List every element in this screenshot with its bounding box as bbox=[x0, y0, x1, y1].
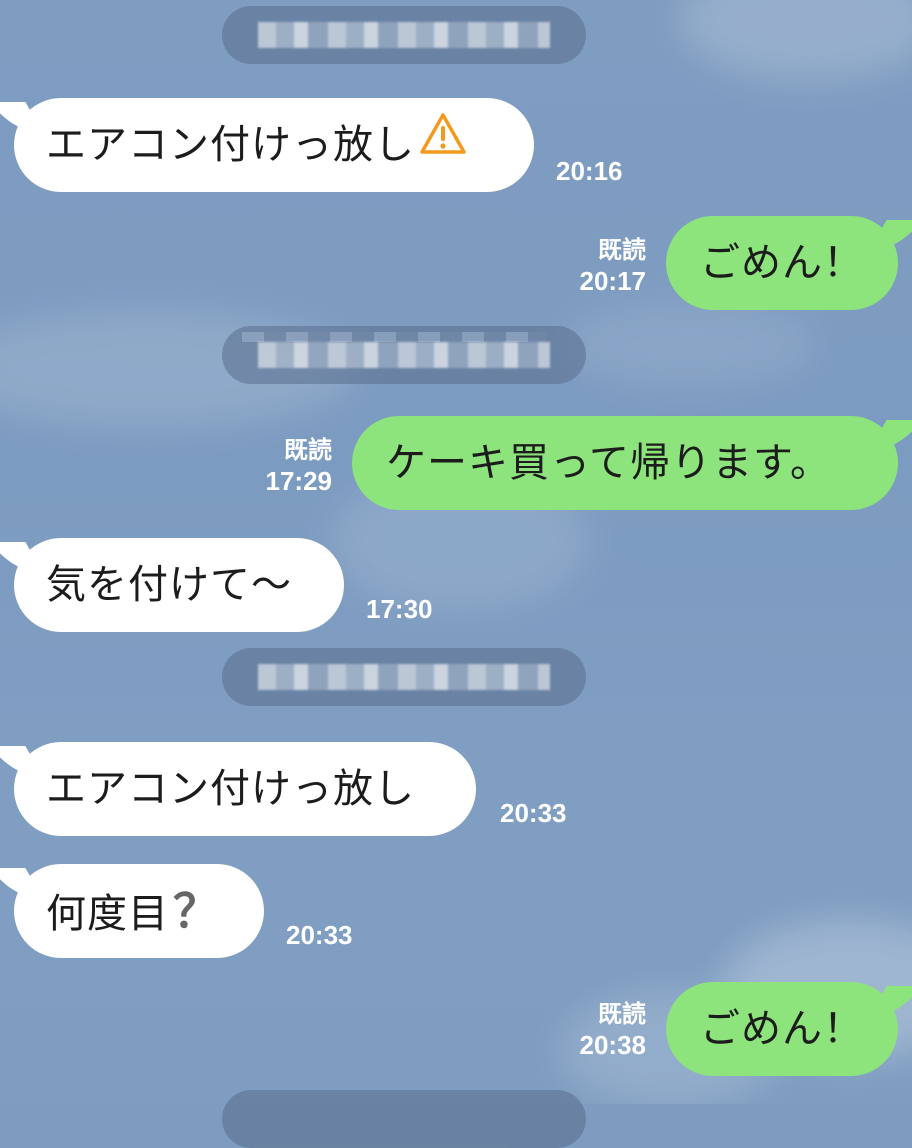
read-receipt: 既読 bbox=[284, 437, 332, 464]
cloud-decoration bbox=[560, 300, 820, 390]
incoming-message-bubble[interactable]: 気を付けて〜 bbox=[14, 538, 344, 632]
message-meta: 既読 17:29 bbox=[246, 436, 333, 496]
incoming-message-bubble[interactable]: エアコン付けっ放し bbox=[14, 742, 476, 836]
pixelated-date bbox=[258, 342, 550, 368]
message-timestamp: 20:38 bbox=[579, 1030, 647, 1060]
message-text: ごめん！ bbox=[700, 240, 864, 286]
date-separator bbox=[222, 1090, 586, 1148]
message-timestamp: 20:17 bbox=[579, 266, 647, 296]
read-receipt: 既読 bbox=[598, 237, 646, 264]
pixelated-date bbox=[258, 22, 550, 48]
message-text: ケーキ買って帰ります。 bbox=[386, 440, 831, 486]
message-text: エアコン付けっ放し bbox=[46, 766, 415, 812]
message-meta: 既読 20:17 bbox=[560, 236, 647, 296]
message-timestamp: 20:16 bbox=[556, 156, 623, 186]
message-text: 気を付けて〜 bbox=[46, 562, 292, 608]
message-meta: 既読 20:38 bbox=[560, 1000, 647, 1060]
message-timestamp: 20:33 bbox=[500, 798, 567, 828]
outgoing-message-bubble[interactable]: ごめん！ bbox=[666, 982, 898, 1076]
warning-icon bbox=[419, 96, 467, 190]
question-icon: ？ bbox=[173, 884, 220, 938]
message-text: エアコン付けっ放し bbox=[46, 122, 415, 168]
pixelated-date bbox=[242, 332, 546, 342]
cloud-decoration bbox=[680, 0, 912, 80]
message-timestamp: 20:33 bbox=[286, 920, 353, 950]
read-receipt: 既読 bbox=[598, 1001, 646, 1028]
outgoing-message-bubble[interactable]: ごめん！ bbox=[666, 216, 898, 310]
incoming-message-bubble[interactable]: 何度目？ bbox=[14, 864, 264, 958]
message-timestamp: 17:30 bbox=[366, 594, 433, 624]
incoming-message-bubble[interactable]: エアコン付けっ放し bbox=[14, 98, 534, 192]
date-separator bbox=[222, 326, 586, 384]
date-separator bbox=[222, 6, 586, 64]
outgoing-message-bubble[interactable]: ケーキ買って帰ります。 bbox=[352, 416, 898, 510]
message-text: 何度目 bbox=[46, 891, 169, 937]
message-text: ごめん！ bbox=[700, 1006, 864, 1052]
pixelated-date bbox=[258, 664, 550, 690]
message-timestamp: 17:29 bbox=[265, 466, 333, 496]
date-separator bbox=[222, 648, 586, 706]
